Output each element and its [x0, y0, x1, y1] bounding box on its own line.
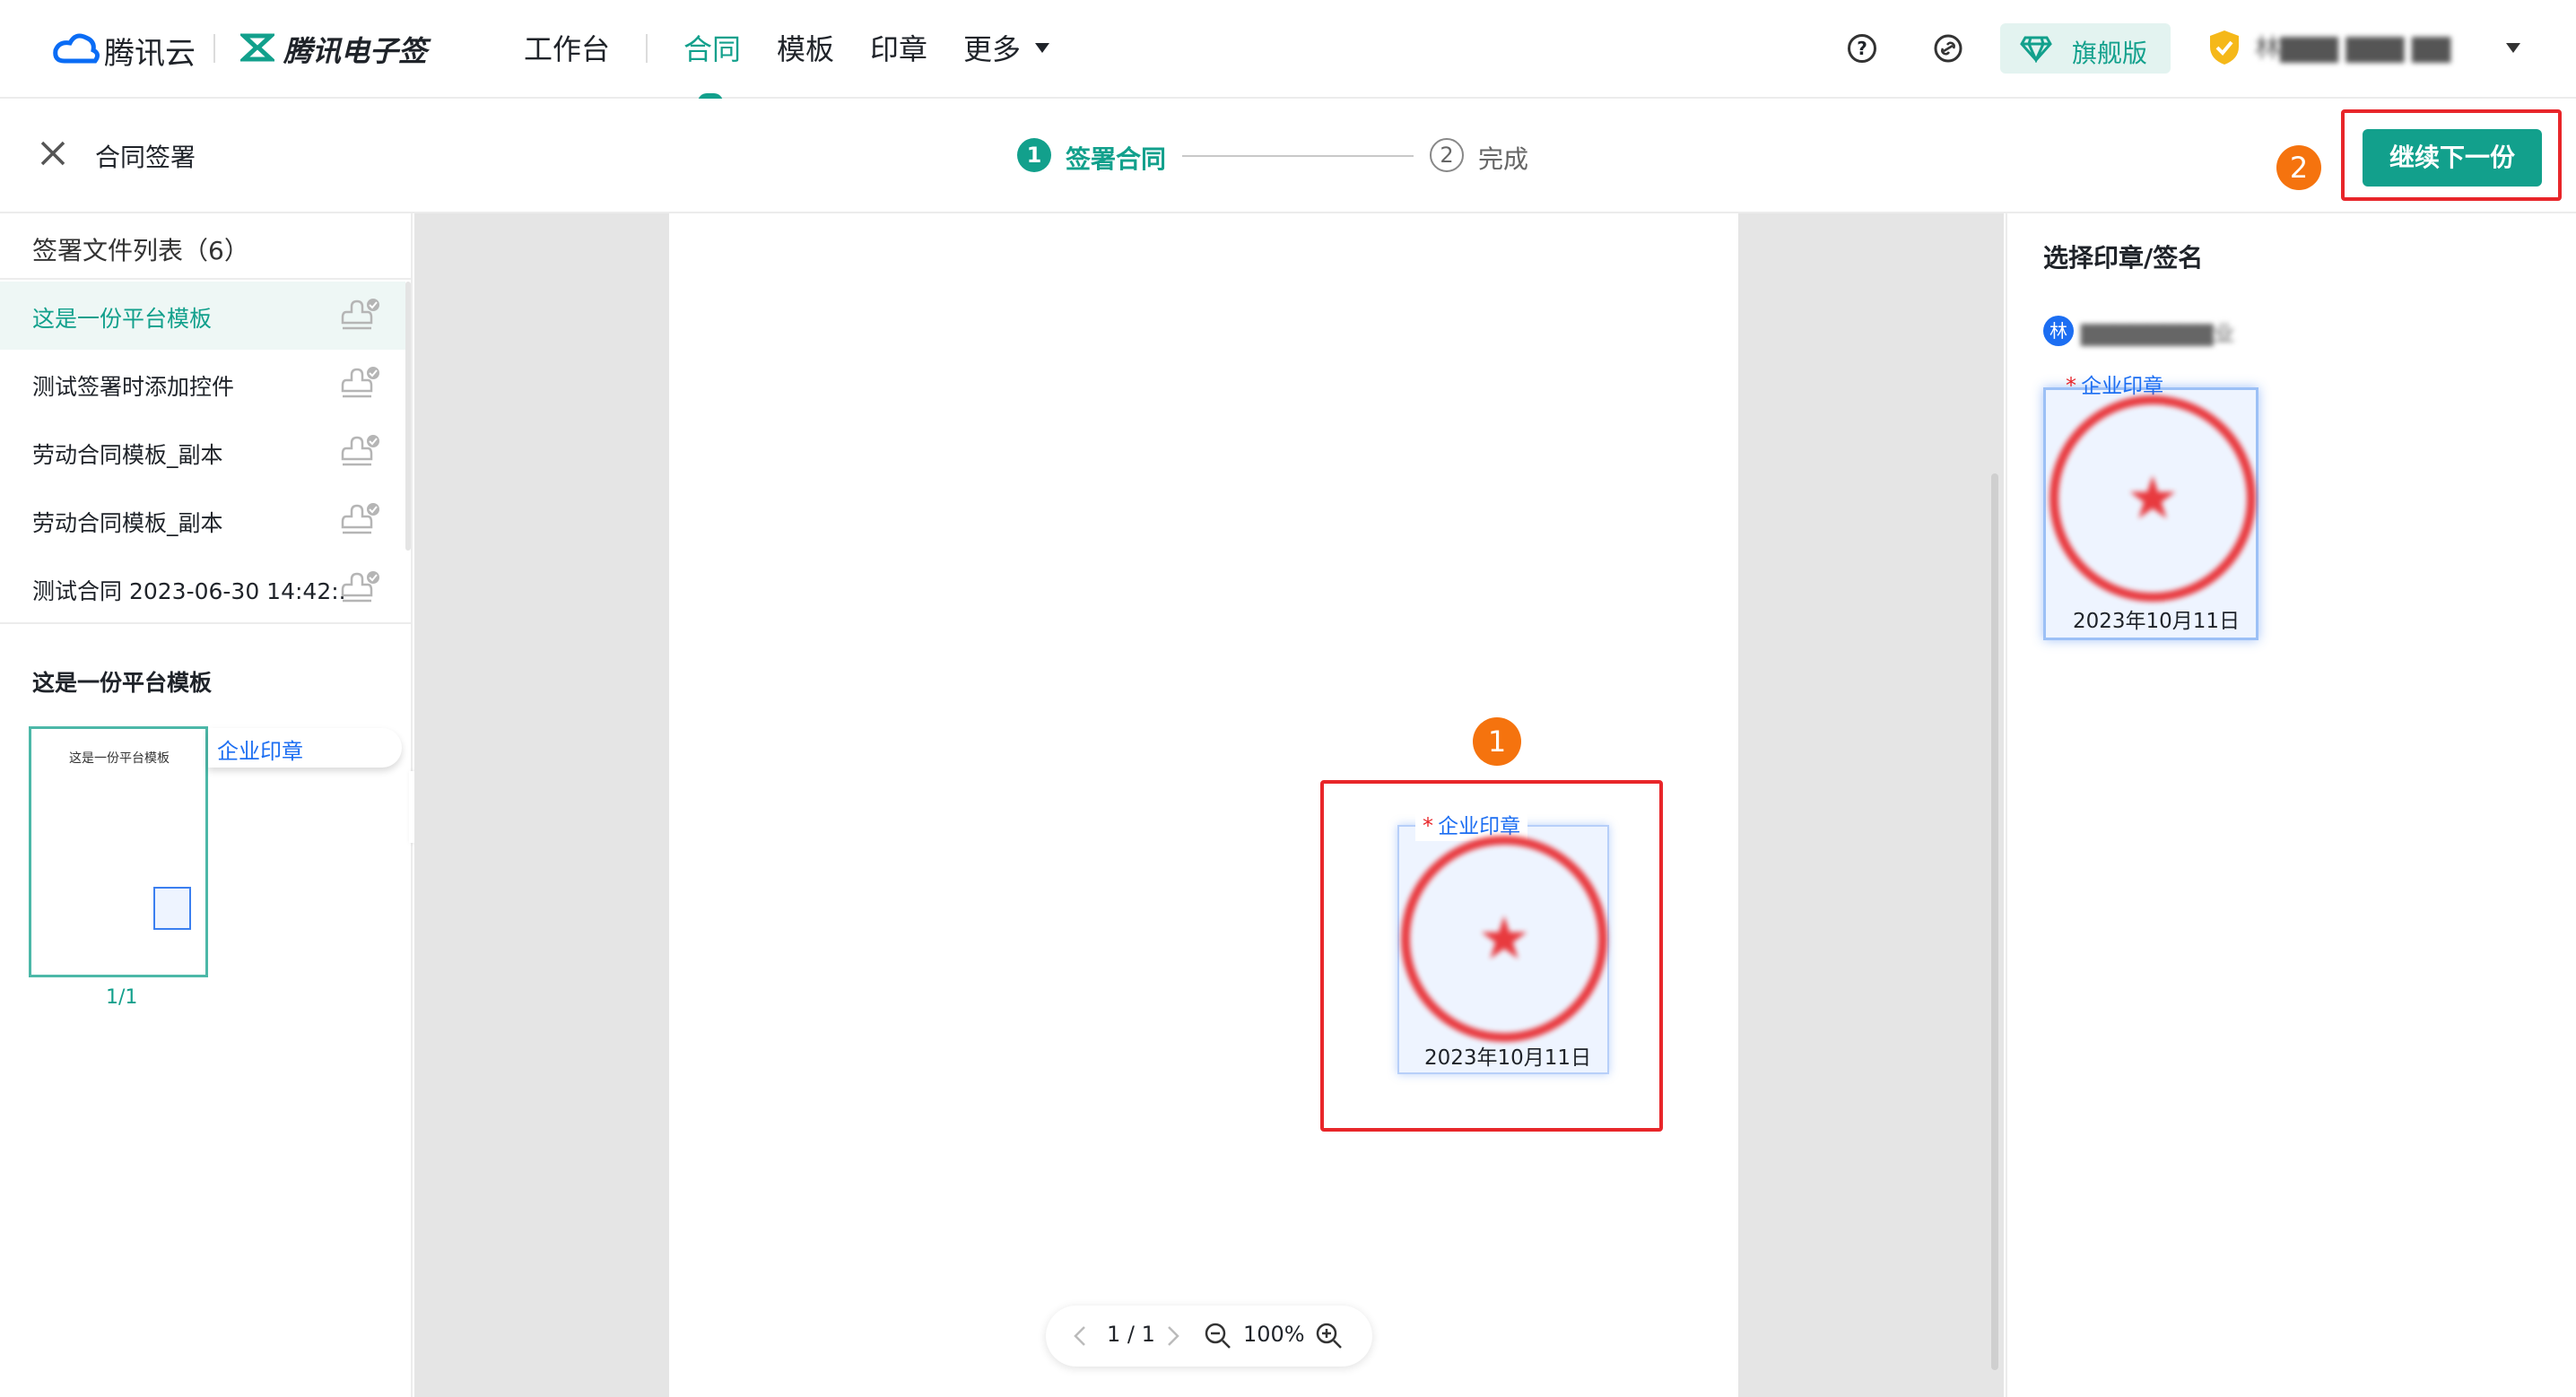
thumbnail-page-number: 1/1 — [106, 986, 138, 1009]
close-icon[interactable] — [39, 140, 66, 167]
file-list-bottom-divider — [0, 622, 411, 624]
thumbnail-title: 这是一份平台模板 — [69, 751, 170, 766]
prev-page-chevron-left-icon[interactable] — [1073, 1325, 1087, 1347]
seal-star-icon: ★ — [1477, 904, 1531, 973]
file-item-label: 测试签署时添加控件 — [32, 374, 235, 400]
seal-panel-title: 选择印章/签名 — [2043, 243, 2204, 273]
brand-divider — [213, 34, 215, 63]
brand-tencent-cloud[interactable]: 腾讯云 — [104, 29, 196, 73]
org-name: ▇▇▇▇▇▇▇▇业 — [2081, 321, 2235, 346]
callout-1-badge: 1 — [1473, 717, 1521, 766]
nav-contract[interactable]: 合同 — [683, 27, 741, 68]
org-avatar: 林 — [2043, 316, 2074, 346]
nav-workbench[interactable]: 工作台 — [524, 27, 610, 68]
nav-template[interactable]: 模板 — [777, 27, 834, 68]
brand-tencent-esign[interactable]: 腾讯电子签 — [283, 29, 427, 70]
company-seal-image: ★ — [2049, 395, 2256, 602]
step-2-label: 完成 — [1478, 144, 1529, 174]
page-indicator: 1 / 1 — [1107, 1322, 1155, 1347]
thumbnail-seal-tag[interactable]: 企业印章 — [208, 728, 402, 768]
file-item-label: 测试合同 2023-06-30 14:42:... — [32, 578, 344, 604]
esign-logo-icon[interactable] — [238, 32, 277, 63]
diamond-icon — [2020, 34, 2052, 64]
thumbnail-seal-tag-label: 企业印章 — [217, 739, 303, 764]
page-thumbnail[interactable]: 这是一份平台模板 — [29, 726, 208, 977]
stamp-status-icon — [341, 570, 380, 606]
seal-option-card[interactable]: * 企业印章 ★ 2023年10月11日 — [2043, 373, 2258, 640]
callout-2-badge: 2 — [2276, 145, 2321, 190]
user-name[interactable]: 林▇▇▇ ▇▇▇ ▇▇ — [2255, 29, 2488, 65]
zoom-in-icon[interactable] — [1315, 1322, 1344, 1350]
top-nav: 腾讯云 腾讯电子签 工作台 合同 模板 印章 更多 ? 旗舰版 林▇▇▇ ▇▇▇… — [0, 0, 2576, 102]
shield-icon — [2208, 29, 2241, 66]
file-list-scrollbar[interactable] — [405, 282, 411, 551]
edition-label: 旗舰版 — [2072, 39, 2148, 68]
file-item-label: 这是一份平台模板 — [32, 306, 213, 332]
step-connector — [1182, 155, 1414, 157]
file-list-item[interactable]: 劳动合同模板_副本 — [0, 418, 405, 486]
continue-next-button[interactable]: 继续下一份 — [2363, 129, 2542, 187]
edition-badge[interactable]: 旗舰版 — [2000, 23, 2171, 74]
file-list-title: 签署文件列表（6） — [32, 236, 249, 265]
file-list-item[interactable]: 这是一份平台模板 — [0, 282, 405, 350]
next-page-chevron-right-icon[interactable] — [1166, 1325, 1180, 1347]
stamp-status-icon — [341, 366, 380, 402]
required-asterisk: * — [2066, 373, 2076, 398]
stamp-status-icon — [341, 298, 380, 334]
stamp-status-icon — [341, 502, 380, 538]
nav-more[interactable]: 更多 — [963, 27, 1021, 68]
thumbnail-seal-box — [153, 887, 191, 930]
link-icon[interactable] — [1934, 34, 1962, 63]
required-asterisk: * — [1423, 813, 1433, 838]
step-1-label: 签署合同 — [1066, 144, 1167, 174]
sign-header: 合同签署 1 签署合同 2 完成 2 继续下一份 — [0, 99, 2576, 213]
seal-option-date: 2023年10月11日 — [2073, 610, 2241, 633]
zoom-out-icon[interactable] — [1204, 1322, 1232, 1350]
step-1-circle: 1 — [1017, 138, 1051, 172]
tencent-cloud-logo-icon[interactable] — [52, 30, 100, 66]
zoom-level: 100% — [1243, 1322, 1305, 1347]
nav-seal[interactable]: 印章 — [870, 27, 927, 68]
file-list-item[interactable]: 测试签署时添加控件 — [0, 350, 405, 418]
file-list-item[interactable]: 劳动合同模板_副本 — [0, 486, 405, 554]
company-seal-image: ★ — [1401, 836, 1607, 1042]
page-title: 合同签署 — [95, 143, 196, 172]
step-2-circle: 2 — [1430, 138, 1464, 172]
file-item-label: 劳动合同模板_副本 — [32, 510, 223, 536]
file-item-label: 劳动合同模板_副本 — [32, 442, 223, 468]
seal-select-panel: 选择印章/签名 林 ▇▇▇▇▇▇▇▇业 * 企业印章 ★ 2023年10月11日 — [2006, 213, 2576, 1397]
seal-field[interactable]: * 企业印章 ★ 2023年10月11日 — [1397, 809, 1609, 1074]
nav-more-caret-icon[interactable] — [1035, 43, 1049, 53]
file-list-divider — [0, 278, 411, 280]
seal-date: 2023年10月11日 — [1424, 1046, 1592, 1070]
user-menu-chevron-down-icon[interactable] — [2506, 43, 2520, 53]
seal-star-icon: ★ — [2126, 464, 2180, 533]
help-icon[interactable]: ? — [1848, 34, 1876, 63]
page-toolbar: 1 / 1 100% — [1046, 1306, 1372, 1367]
left-file-panel: 签署文件列表（6） 这是一份平台模板 测试签署时添加控件 劳动合同模板_副本 劳… — [0, 213, 413, 1397]
stamp-status-icon — [341, 434, 380, 470]
nav-divider — [646, 34, 648, 63]
document-canvas: 1 * 企业印章 ★ 2023年10月11日 1 / 1 100% — [414, 213, 2004, 1397]
canvas-scrollbar[interactable] — [1991, 473, 1998, 1370]
file-list-item[interactable]: 测试合同 2023-06-30 14:42:... — [0, 554, 405, 622]
current-doc-title: 这是一份平台模板 — [32, 670, 213, 696]
